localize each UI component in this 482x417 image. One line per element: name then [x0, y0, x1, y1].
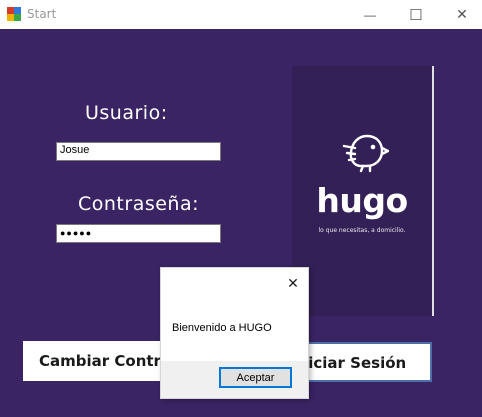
bird-logo-icon: [342, 134, 389, 173]
login-button-label: Iniciar Sesión: [292, 354, 407, 372]
brand-tagline: lo que necesitas, a domicilio.: [318, 227, 406, 234]
brand-name: hugo: [316, 181, 408, 220]
password-input[interactable]: ●●●●●: [56, 224, 221, 243]
app-icon: [7, 7, 21, 21]
password-label: Contraseña:: [78, 193, 200, 215]
title-bar[interactable]: Start — ☐ ✕: [0, 0, 482, 29]
message-dialog: ✕ Bienvenido a HUGO Aceptar: [161, 268, 308, 398]
window-title: Start: [27, 7, 57, 21]
close-icon: ✕: [287, 274, 299, 291]
close-icon: ✕: [456, 6, 468, 22]
close-button[interactable]: ✕: [439, 0, 482, 29]
maximize-icon: ☐: [409, 6, 423, 24]
dialog-message: Bienvenido a HUGO: [172, 322, 272, 334]
ok-button-label: Aceptar: [236, 371, 275, 384]
minimize-button[interactable]: —: [347, 0, 393, 29]
brand-panel: hugo lo que necesitas, a domicilio.: [292, 66, 434, 316]
change-password-button[interactable]: Cambiar Contraseña: [23, 341, 183, 381]
user-label: Usuario:: [85, 102, 168, 124]
minimize-icon: —: [364, 7, 376, 22]
dialog-close-button[interactable]: ✕: [282, 272, 304, 294]
ok-button[interactable]: Aceptar: [219, 367, 292, 388]
user-input[interactable]: Josue: [56, 142, 221, 161]
maximize-button[interactable]: ☐: [393, 0, 439, 29]
